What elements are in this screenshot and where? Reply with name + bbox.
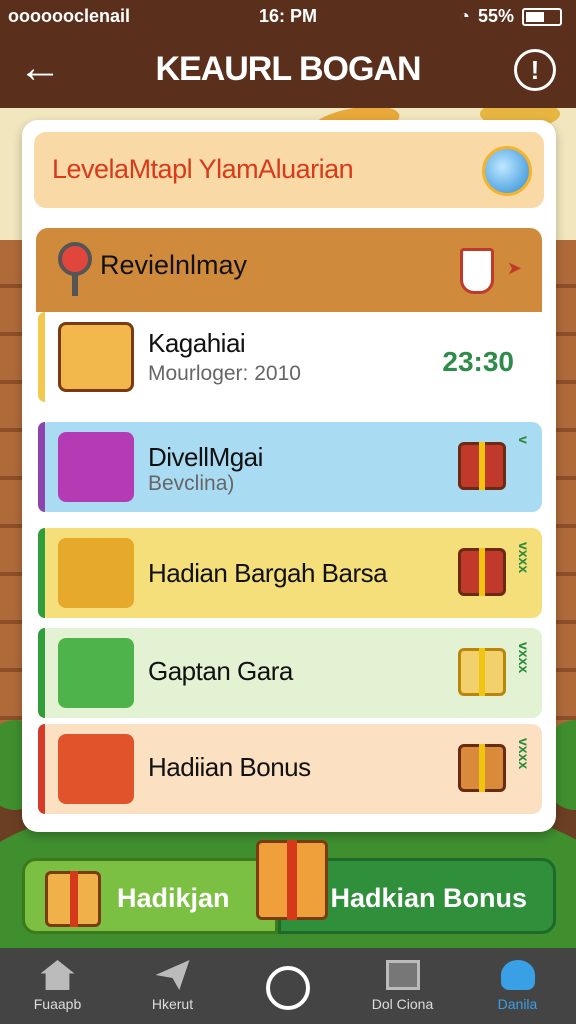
- battery-icon: [522, 7, 562, 26]
- row-mark: v: [516, 436, 532, 444]
- main-card: LevelaMtapl YlamAluarian Revielnlmay ➤ K…: [22, 120, 556, 832]
- globe-icon: [482, 146, 532, 196]
- row-time: 23:30: [442, 346, 514, 377]
- basket-icon: [458, 744, 506, 792]
- alert-circle-icon[interactable]: !: [514, 49, 556, 91]
- battery-text: 55%: [477, 6, 514, 26]
- nav-home-button[interactable]: [230, 948, 345, 1024]
- row-title: DivellMgai: [148, 442, 263, 472]
- nav-profile[interactable]: Danila: [460, 948, 575, 1024]
- photo-icon: [385, 960, 420, 990]
- status-bar: ooooooclenail 16: PM ◔ 55%: [0, 0, 576, 34]
- pen-icon: [58, 638, 134, 708]
- gift-icon: [58, 432, 134, 502]
- row-title: Hadian Bargah Barsa: [148, 558, 388, 588]
- home-icon: [40, 960, 75, 990]
- nav-travel[interactable]: Hkerut: [115, 948, 230, 1024]
- row-mark: vxxx: [516, 642, 532, 674]
- banner-text: LevelaMtapl YlamAluarian: [52, 154, 354, 184]
- list-item[interactable]: Kagahiai Mourloger: 2010 23:30: [38, 312, 542, 402]
- book-icon: [58, 734, 134, 804]
- row-stripe: [38, 528, 45, 618]
- arrow-right-icon[interactable]: ➤: [507, 258, 522, 279]
- row-subtitle: Bevclina): [148, 472, 235, 495]
- gift-icon: [45, 871, 101, 927]
- chest-icon: [58, 538, 134, 608]
- button-label: Hadikjan: [117, 883, 230, 913]
- map-icon: [58, 322, 134, 392]
- list-item[interactable]: DivellMgai Bevclina) v: [38, 422, 542, 512]
- row-mark: vxxx: [516, 542, 532, 574]
- nav-label: Dol Ciona: [371, 996, 434, 1012]
- list-item[interactable]: Gaptan Gara vxxx: [38, 628, 542, 718]
- row-title: Hadiian Bonus: [148, 752, 311, 782]
- row-stripe: [38, 724, 45, 814]
- row-subtitle: Mourloger: 2010: [148, 362, 301, 385]
- gift-icon: [256, 840, 328, 920]
- page-title: KEAURL BOGAN: [155, 50, 421, 88]
- row-title: Gaptan Gara: [148, 656, 293, 686]
- wifi-icon: ◔: [459, 6, 470, 26]
- nav-gallery[interactable]: Dol Ciona: [345, 948, 460, 1024]
- row-stripe: [38, 628, 45, 718]
- row-mark: vxxx: [516, 738, 532, 770]
- list-item[interactable]: Hadian Bargah Barsa vxxx: [38, 528, 542, 618]
- status-right: ◔ 55%: [459, 6, 562, 27]
- button-label: Hadkian Bonus: [330, 883, 527, 913]
- row-stripe: [38, 422, 45, 512]
- pin-icon: [58, 242, 92, 276]
- bottom-nav: Fuaapb Hkerut Dol Ciona Danila: [0, 948, 576, 1024]
- bird-icon: [458, 648, 506, 696]
- battery-fill: [526, 11, 544, 22]
- circle-icon: [265, 966, 310, 1010]
- bonus-button-bar: Hadikjan Hadkian Bonus: [22, 840, 556, 934]
- row-stripe: [38, 312, 45, 402]
- hadikjan-button[interactable]: Hadikjan: [22, 858, 278, 934]
- nav-home[interactable]: Fuaapb: [0, 948, 115, 1024]
- gift-icon: [458, 548, 506, 596]
- trophy-icon: [460, 248, 494, 294]
- row-title: Kagahiai: [148, 328, 246, 358]
- pin-stem: [72, 274, 78, 296]
- list-item[interactable]: Hadiian Bonus vxxx: [38, 724, 542, 814]
- gift-icon: [458, 442, 506, 490]
- nav-label: Danila: [497, 996, 538, 1012]
- app-header: ← KEAURL BOGAN !: [0, 34, 576, 108]
- nav-label: Fuaapb: [33, 996, 82, 1012]
- level-banner[interactable]: LevelaMtapl YlamAluarian: [34, 132, 544, 208]
- nav-label: Hkerut: [151, 996, 194, 1012]
- user-icon: [500, 960, 535, 990]
- plane-icon: [155, 960, 190, 990]
- section-title: Revielnlmay: [100, 250, 248, 280]
- section-header: Revielnlmay ➤: [36, 228, 542, 312]
